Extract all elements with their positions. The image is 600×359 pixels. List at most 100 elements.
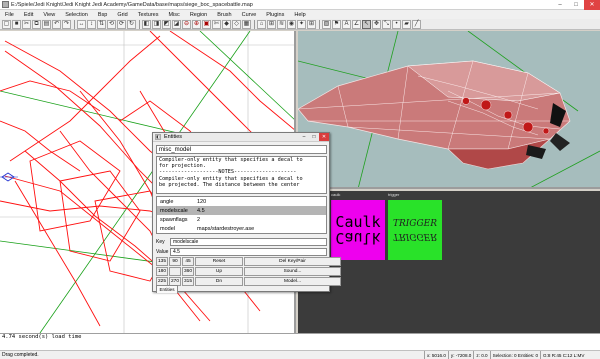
value-input[interactable]: 4.5 (170, 247, 327, 256)
property-value: 4.5 (197, 207, 205, 214)
save-icon[interactable]: ■ (12, 19, 21, 29)
entities-titlebar[interactable]: ◧ Entities – □ ✕ (153, 133, 329, 142)
entity-properties-list[interactable]: angle 120 modelscale 4.5 spawnflags 2 model map… (156, 196, 327, 234)
paste-icon[interactable]: ▤ (42, 19, 51, 29)
angle-button-90[interactable]: 90 (169, 257, 181, 266)
rotate-x-icon[interactable]: ⟲ (107, 19, 116, 29)
dn-button[interactable]: Dn (195, 277, 243, 286)
open-icon[interactable]: ▢ (2, 19, 11, 29)
menu-help[interactable]: Help (289, 12, 310, 18)
menu-edit[interactable]: Edit (19, 12, 38, 18)
angle-button-180[interactable]: 180 (156, 267, 168, 276)
menu-file[interactable]: File (0, 12, 19, 18)
light-icon[interactable]: ✦ (297, 19, 306, 29)
app-icon (2, 1, 9, 8)
vertex-icon[interactable]: • (392, 19, 401, 29)
select-complete-icon[interactable]: ◧ (142, 19, 151, 29)
entity-description[interactable]: Compiler-only entity that specifies a de… (156, 156, 327, 194)
menu-textures[interactable]: Textures (133, 12, 164, 18)
entities-app-icon: ◧ (155, 134, 161, 140)
select-touching-icon[interactable]: ◨ (152, 19, 161, 29)
angle-button-360[interactable]: 360 (182, 267, 194, 276)
camera-viewport[interactable] (298, 31, 600, 189)
select-partial-icon[interactable]: ◩ (162, 19, 171, 29)
texture-caulk[interactable]: Caulk Caulk (331, 200, 385, 260)
redo-icon[interactable]: ↷ (62, 19, 71, 29)
hollow-icon[interactable]: ▣ (202, 19, 211, 29)
texture-browser[interactable]: caulk trigger Caulk Caulk TRIGGER TRIGGE… (298, 191, 600, 333)
property-key: modelscale (160, 207, 188, 214)
csg-subtract-icon[interactable]: ⊖ (182, 19, 191, 29)
select-inside-icon[interactable]: ◪ (172, 19, 181, 29)
entities-minimize-icon[interactable]: – (299, 133, 309, 141)
angle-button-315[interactable]: 315 (182, 277, 194, 286)
texture-trigger[interactable]: TRIGGER TRIGGER (388, 200, 442, 260)
drag-icon[interactable]: ✥ (372, 19, 381, 29)
status-grid: G:8 R:45 C:12 L:MV (540, 350, 586, 359)
camera-icon[interactable]: ⌂ (257, 19, 266, 29)
rotate-z-icon[interactable]: ↻ (127, 19, 136, 29)
menu-view[interactable]: View (38, 12, 60, 18)
maximize-icon[interactable]: □ (568, 0, 584, 10)
edge-icon[interactable]: ╱ (412, 19, 421, 29)
cut-icon[interactable]: ✂ (22, 19, 31, 29)
window-title: E:/Spiele/Jedi Knight/Jedi Knight Jedi A… (11, 1, 253, 8)
up-button[interactable]: Up (195, 267, 243, 276)
texture-label-caulk: caulk (331, 192, 341, 197)
close-icon[interactable]: ✕ (584, 0, 600, 10)
property-row[interactable]: modelscale 4.5 (157, 206, 326, 215)
clipper-icon[interactable]: ✄ (212, 19, 221, 29)
sound-button[interactable]: Sound... (244, 267, 341, 276)
menu-plugins[interactable]: Plugins (261, 12, 289, 18)
make-detail-icon[interactable]: ◆ (222, 19, 231, 29)
menu-bsp[interactable]: Bsp (93, 12, 112, 18)
flip-x-icon[interactable]: ↔ (77, 19, 86, 29)
key-input[interactable]: modelscale (170, 237, 327, 246)
flip-z-icon[interactable]: ⇅ (97, 19, 106, 29)
angle-button-45[interactable]: 45 (182, 257, 194, 266)
grid-icon[interactable]: ⊞ (307, 19, 316, 29)
filter-icon[interactable]: ⚑ (332, 19, 341, 29)
entities-close-icon[interactable]: ✕ (319, 133, 329, 141)
texture-icon[interactable]: ▧ (322, 19, 331, 29)
minimize-icon[interactable]: – (552, 0, 568, 10)
entities-maximize-icon[interactable]: □ (309, 133, 319, 141)
status-message: Drag completed. (2, 352, 39, 358)
angle-button-135[interactable]: 135 (156, 257, 168, 266)
property-value: maps/stardestroyer.ase (197, 225, 255, 232)
show-names-icon[interactable]: A (342, 19, 351, 29)
entity-controls-grid: 135 90 45 Reset Del Key/Pair 180 360 Up … (156, 257, 341, 286)
flip-y-icon[interactable]: ↕ (87, 19, 96, 29)
resize-icon[interactable]: ⤡ (382, 19, 391, 29)
face-icon[interactable]: ▰ (402, 19, 411, 29)
key-row: Key modelscale (156, 237, 327, 246)
show-angles-icon[interactable]: ∠ (352, 19, 361, 29)
model-button[interactable]: Model... (244, 277, 341, 286)
menu-region[interactable]: Region (185, 12, 212, 18)
trigger-text: TRIGGER (392, 219, 438, 230)
rotate-y-icon[interactable]: ⟳ (117, 19, 126, 29)
menu-curve[interactable]: Curve (237, 12, 262, 18)
menu-selection[interactable]: Selection (60, 12, 93, 18)
property-row[interactable]: model maps/stardestroyer.ase (157, 224, 326, 233)
tab-entities[interactable]: Entities (156, 285, 178, 293)
property-row[interactable]: angle 120 (157, 197, 326, 206)
copy-icon[interactable]: ⧉ (32, 19, 41, 29)
reset-button[interactable]: Reset (195, 257, 243, 266)
entity-icon[interactable]: ◉ (287, 19, 296, 29)
menu-misc[interactable]: Misc (164, 12, 185, 18)
menu-grid[interactable]: Grid (112, 12, 132, 18)
menubar: File Edit View Selection Bsp Grid Textur… (0, 10, 600, 19)
entity-class-list[interactable]: misc_model (156, 145, 327, 154)
undo-icon[interactable]: ↶ (52, 19, 61, 29)
make-structural-icon[interactable]: ◇ (232, 19, 241, 29)
property-row[interactable]: spawnflags 2 (157, 215, 326, 224)
console-log[interactable]: 4.74 second(s) load time (0, 333, 600, 350)
cubic-clip-icon[interactable]: ⊞ (267, 19, 276, 29)
select-icon[interactable]: ↖ (362, 19, 371, 29)
texture-lock-icon[interactable]: ▦ (242, 19, 251, 29)
menu-brush[interactable]: Brush (212, 12, 236, 18)
patch-icon[interactable]: ≋ (277, 19, 286, 29)
csg-merge-icon[interactable]: ⊕ (192, 19, 201, 29)
delete-key-pair-button[interactable]: Del Key/Pair (244, 257, 341, 266)
